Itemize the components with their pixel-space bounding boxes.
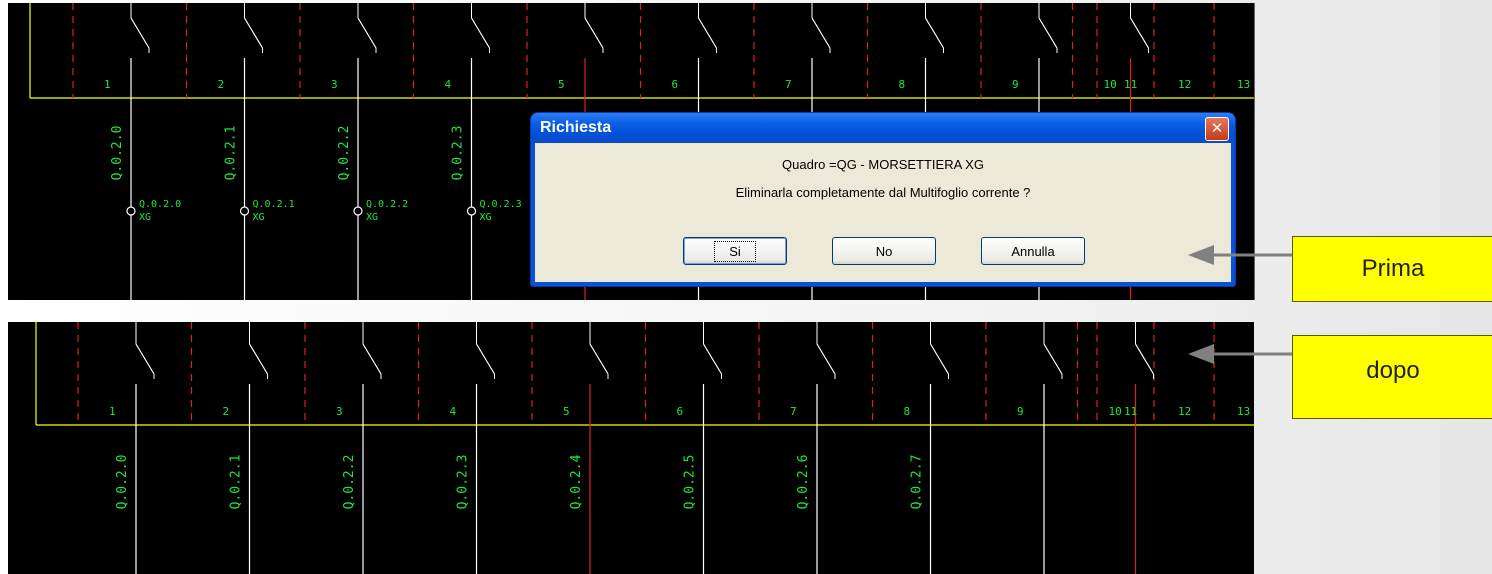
column-number: 1 <box>104 78 111 91</box>
switch-contact <box>248 343 269 375</box>
terminal-symbol <box>239 206 250 216</box>
column-number: 12 <box>1178 405 1191 418</box>
terminal-symbol <box>466 206 477 216</box>
column-number: 10 <box>1104 78 1117 91</box>
address-label: Q.0.2.0 <box>110 126 125 181</box>
terminal-board: XG <box>480 212 492 223</box>
address-label: Q.0.2.0 <box>115 455 130 510</box>
switch-contact <box>584 17 604 49</box>
no-button[interactable]: No <box>832 237 936 265</box>
column-number: 5 <box>558 78 565 91</box>
terminal-address: Q.0.2.3 <box>480 199 522 210</box>
switch-contact <box>924 17 945 49</box>
switch-contact <box>702 343 723 375</box>
address-label: Q.0.2.2 <box>342 455 357 510</box>
switch-contact <box>470 17 491 49</box>
switch-contact <box>1134 343 1155 375</box>
arrow-left-icon <box>1188 245 1292 265</box>
switch-contact <box>243 17 264 49</box>
terminal-board: XG <box>366 212 378 223</box>
column-number: 1 <box>109 405 116 418</box>
switch-contact <box>816 343 836 375</box>
switch-contact <box>357 17 377 49</box>
schematic-panel-after: 1 2 3 4 5 6 7 8 9 10 11 12 13 Q.0.2.0 Q.0.2.1 Q.0.2.2 Q.… <box>8 322 1254 574</box>
terminal-address: Q.0.2.1 <box>253 199 295 210</box>
arrow-left-icon <box>1188 344 1292 364</box>
switch-contact <box>1038 17 1058 49</box>
address-label: Q.0.2.5 <box>683 455 698 510</box>
switch-contact <box>362 343 382 375</box>
column-number: 12 <box>1178 78 1191 91</box>
yes-button-label: Si <box>714 241 756 262</box>
terminal-address: Q.0.2.2 <box>366 199 408 210</box>
cancel-button[interactable]: Annulla <box>981 237 1085 265</box>
column-number: 7 <box>785 78 792 91</box>
close-icon[interactable]: ✕ <box>1205 117 1229 141</box>
column-number: 13 <box>1237 78 1250 91</box>
yes-button[interactable]: Si <box>683 237 787 265</box>
switch-contact <box>130 17 150 49</box>
dialog-message-line2: Eliminarla completamente dal Multifoglio… <box>735 185 1031 200</box>
terminal-symbol <box>126 206 136 216</box>
address-label: Q.0.2.7 <box>910 455 925 510</box>
column-number: 4 <box>445 78 452 91</box>
switch-contact <box>589 343 609 375</box>
column-number: 7 <box>790 405 797 418</box>
address-label: Q.0.2.2 <box>337 126 352 181</box>
dialog-titlebar[interactable]: Richiesta ✕ <box>531 113 1235 143</box>
column-number: 9 <box>1012 78 1019 91</box>
address-label: Q.0.2.6 <box>796 455 811 510</box>
column-number: 10 <box>1109 405 1122 418</box>
column-number: 6 <box>672 78 679 91</box>
label-before: Prima <box>1292 236 1492 302</box>
column-number: 3 <box>331 78 338 91</box>
confirm-dialog: Richiesta ✕ Quadro =QG - MORSETTIERA XG … <box>531 113 1235 286</box>
column-number: 13 <box>1237 405 1250 418</box>
dialog-message-line1: Quadro =QG - MORSETTIERA XG <box>782 157 984 172</box>
column-number: 4 <box>450 405 457 418</box>
column-number: 5 <box>563 405 570 418</box>
switch-contact <box>697 17 718 49</box>
column-number: 8 <box>904 405 911 418</box>
schematic-after-drawing: 1 2 3 4 5 6 7 8 9 10 11 12 13Q.0.2.0 Q.0.2.1 Q.0.2.2 Q.… <box>35 322 1254 574</box>
address-label: Q.0.2.3 <box>456 455 471 510</box>
switch-contact <box>929 343 950 375</box>
switch-contact <box>811 17 831 49</box>
column-number: 11 <box>1124 78 1137 91</box>
column-number: 11 <box>1124 405 1137 418</box>
switch-contact <box>475 343 496 375</box>
switch-contact <box>1129 17 1150 49</box>
switch-contact <box>1043 343 1063 375</box>
address-label: Q.0.2.1 <box>224 126 239 181</box>
terminal-board: XG <box>139 212 151 223</box>
terminal-address: Q.0.2.0 <box>139 199 181 210</box>
label-after: dopo <box>1292 335 1492 419</box>
terminal-board: XG <box>253 212 265 223</box>
column-number: 2 <box>218 78 225 91</box>
switch-contact <box>135 343 155 375</box>
column-number: 6 <box>677 405 684 418</box>
address-label: Q.0.2.4 <box>569 454 584 509</box>
dialog-title: Richiesta <box>540 119 612 136</box>
column-number: 2 <box>223 405 230 418</box>
terminal-symbol <box>353 206 363 216</box>
column-number: 8 <box>899 78 906 91</box>
address-label: Q.0.2.3 <box>451 126 466 181</box>
dialog-body: Quadro =QG - MORSETTIERA XG Eliminarla c… <box>535 143 1231 282</box>
address-label: Q.0.2.1 <box>229 455 244 510</box>
column-number: 9 <box>1017 405 1024 418</box>
column-number: 3 <box>336 405 343 418</box>
